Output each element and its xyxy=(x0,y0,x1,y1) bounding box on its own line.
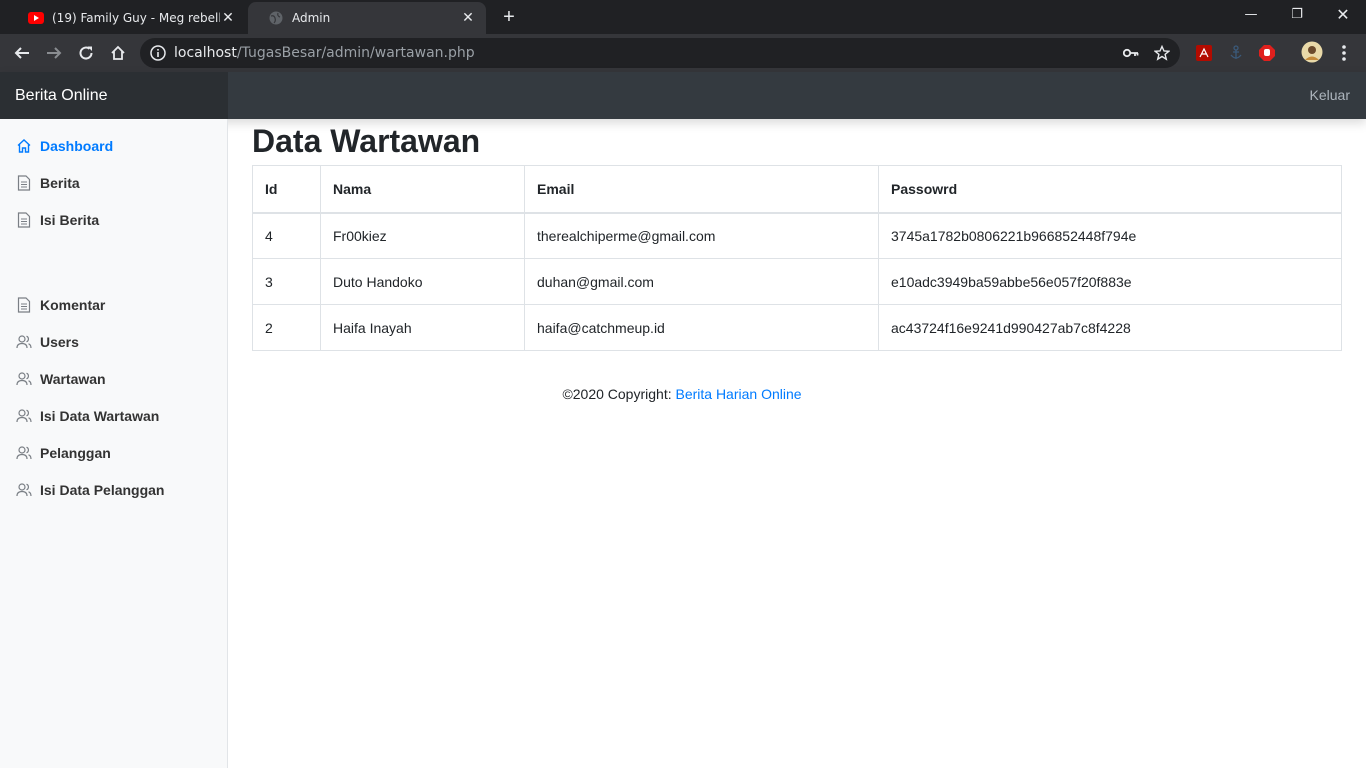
users-icon xyxy=(16,334,32,350)
browser-tab-title: Admin xyxy=(292,11,331,25)
sidebar-item-komentar[interactable]: Komentar xyxy=(16,293,105,317)
sidebar-item-isi-data-pelanggan[interactable]: Isi Data Pelanggan xyxy=(16,478,164,502)
menu-kebab-icon[interactable] xyxy=(1334,43,1354,63)
anchor-extension-icon[interactable] xyxy=(1226,43,1246,63)
sidebar-item-label: Users xyxy=(40,334,79,350)
browser-tab-title: (19) Family Guy - Meg rebelled Fr xyxy=(52,11,220,25)
forward-icon[interactable] xyxy=(40,39,68,67)
back-icon[interactable] xyxy=(8,39,36,67)
column-header-password: Passowrd xyxy=(878,165,1342,214)
table-row: 2 Haifa Inayah haifa@catchmeup.id ac4372… xyxy=(252,304,1342,351)
key-icon[interactable] xyxy=(1122,44,1140,62)
sidebar-item-label: Dashboard xyxy=(40,138,114,154)
pdf-extension-icon[interactable] xyxy=(1194,43,1214,63)
browser-toolbar: localhost/TugasBesar/admin/wartawan.php xyxy=(0,34,1366,72)
close-window-icon[interactable]: ✕ xyxy=(1320,0,1366,30)
sidebar-item-users[interactable]: Users xyxy=(16,330,79,354)
file-icon xyxy=(16,297,32,313)
sidebar-item-label: Berita xyxy=(40,175,80,191)
youtube-icon xyxy=(28,10,44,26)
sidebar-item-pelanggan[interactable]: Pelanggan xyxy=(16,441,111,465)
footer: ©2020 Copyright: Berita Harian Online xyxy=(252,386,1112,402)
users-icon xyxy=(16,371,32,387)
wartawan-table: Id Nama Email Passowrd 4 Fr00kiez therea… xyxy=(252,165,1342,351)
info-icon[interactable] xyxy=(150,45,166,61)
new-tab-button[interactable]: + xyxy=(496,6,522,28)
file-icon xyxy=(16,175,32,191)
footer-link[interactable]: Berita Harian Online xyxy=(675,386,801,402)
column-header-nama: Nama xyxy=(320,165,525,214)
cell-nama: Fr00kiez xyxy=(320,212,525,259)
sidebar: Dashboard Berita Isi Berita Komentar Use… xyxy=(0,119,228,768)
table-row: 4 Fr00kiez therealchiperme@gmail.com 374… xyxy=(252,212,1342,259)
cell-id: 3 xyxy=(252,258,321,305)
sidebar-item-label: Wartawan xyxy=(40,371,106,387)
column-header-id: Id xyxy=(252,165,321,214)
logout-link[interactable]: Keluar xyxy=(1310,72,1350,119)
sidebar-item-isi-data-wartawan[interactable]: Isi Data Wartawan xyxy=(16,404,159,428)
page-title: Data Wartawan xyxy=(252,123,481,159)
globe-icon xyxy=(268,10,284,26)
app-navbar: Berita Online Keluar xyxy=(0,72,1366,119)
sidebar-item-label: Pelanggan xyxy=(40,445,111,461)
users-icon xyxy=(16,445,32,461)
home-browser-icon[interactable] xyxy=(104,39,132,67)
sidebar-item-label: Isi Berita xyxy=(40,212,100,228)
column-header-email: Email xyxy=(524,165,879,214)
cell-nama: Duto Handoko xyxy=(320,258,525,305)
brand-link[interactable]: Berita Online xyxy=(0,72,228,119)
minimize-icon[interactable]: — xyxy=(1228,0,1274,30)
browser-tab-youtube[interactable]: (19) Family Guy - Meg rebelled Fr ✕ xyxy=(8,2,246,34)
url-text: localhost/TugasBesar/admin/wartawan.php xyxy=(174,45,475,61)
sidebar-item-isi-berita[interactable]: Isi Berita xyxy=(16,208,99,232)
cell-email: haifa@catchmeup.id xyxy=(524,304,879,351)
table-row: 3 Duto Handoko duhan@gmail.com e10adc394… xyxy=(252,258,1342,305)
users-icon xyxy=(16,408,32,424)
reload-icon[interactable] xyxy=(72,39,100,67)
footer-copyright: ©2020 Copyright: xyxy=(562,386,676,402)
cell-email: therealchiperme@gmail.com xyxy=(524,212,879,259)
cell-nama: Haifa Inayah xyxy=(320,304,525,351)
sidebar-item-label: Isi Data Pelanggan xyxy=(40,482,165,498)
address-bar[interactable]: localhost/TugasBesar/admin/wartawan.php xyxy=(140,38,1180,68)
star-icon[interactable] xyxy=(1153,44,1171,62)
sidebar-item-label: Isi Data Wartawan xyxy=(40,408,160,424)
restore-icon[interactable]: ❐ xyxy=(1274,0,1320,30)
adblock-extension-icon[interactable] xyxy=(1257,43,1277,63)
cell-id: 4 xyxy=(252,212,321,259)
home-icon xyxy=(16,138,32,154)
avatar[interactable] xyxy=(1301,41,1323,63)
browser-tab-admin[interactable]: Admin ✕ xyxy=(248,2,486,34)
sidebar-item-wartawan[interactable]: Wartawan xyxy=(16,367,106,391)
sidebar-item-berita[interactable]: Berita xyxy=(16,171,80,195)
close-tab-icon[interactable]: ✕ xyxy=(220,10,236,26)
cell-password: ac43724f16e9241d990427ab7c8f4228 xyxy=(878,304,1342,351)
cell-email: duhan@gmail.com xyxy=(524,258,879,305)
sidebar-item-label: Komentar xyxy=(40,297,106,313)
cell-password: 3745a1782b0806221b966852448f794e xyxy=(878,212,1342,259)
users-icon xyxy=(16,482,32,498)
browser-tabstrip: (19) Family Guy - Meg rebelled Fr ✕ Admi… xyxy=(0,0,1366,34)
table-header-row: Id Nama Email Passowrd xyxy=(252,165,1342,214)
sidebar-item-dashboard[interactable]: Dashboard xyxy=(16,134,113,158)
cell-password: e10adc3949ba59abbe56e057f20f883e xyxy=(878,258,1342,305)
cell-id: 2 xyxy=(252,304,321,351)
file-icon xyxy=(16,212,32,228)
close-tab-icon[interactable]: ✕ xyxy=(460,10,476,26)
